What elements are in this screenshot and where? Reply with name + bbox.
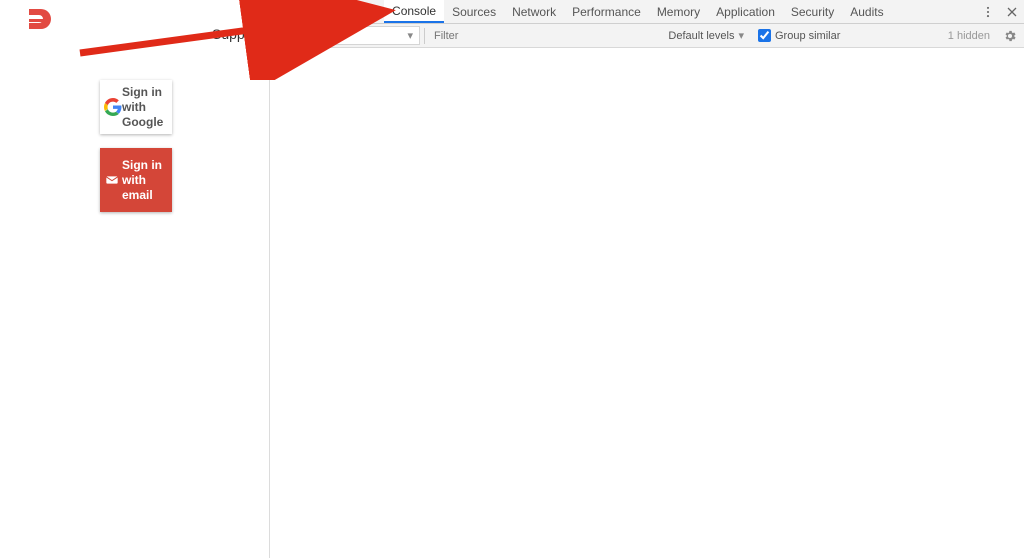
logo-p-icon (25, 5, 57, 37)
chevron-down-icon: ▾ (407, 29, 413, 42)
console-prompt[interactable]: > (278, 52, 1016, 68)
signin-email-label: Sign in with email (122, 158, 168, 203)
chevron-down-icon: ▾ (738, 29, 744, 42)
prompt-symbol: > (278, 54, 285, 67)
tab-sources[interactable]: Sources (444, 0, 504, 23)
sidebar-toggle-icon[interactable] (274, 26, 294, 46)
device-toggle-icon[interactable] (294, 0, 318, 24)
console-body[interactable]: > (270, 48, 1024, 558)
levels-label: Default levels (668, 30, 734, 42)
more-icon[interactable] (976, 0, 1000, 24)
support-label: Support (212, 26, 261, 42)
signin-google-label: Sign in with Google (122, 85, 168, 130)
signin-button-group: Sign in with Google Sign in with email (100, 80, 172, 212)
signin-email-button[interactable]: Sign in with email (100, 148, 172, 212)
tab-security[interactable]: Security (783, 0, 842, 23)
group-similar-toggle[interactable]: Group similar (754, 29, 844, 42)
console-toolbar: top ▾ Default levels ▾ Group similar 1 h… (270, 24, 1024, 48)
tab-audits[interactable]: Audits (842, 0, 891, 23)
google-logo-icon (104, 95, 122, 119)
settings-icon[interactable] (1000, 26, 1020, 46)
hidden-count[interactable]: 1 hidden (948, 30, 990, 42)
text-cursor (291, 54, 292, 66)
filter-wrap (429, 29, 559, 43)
context-label: top (329, 30, 344, 42)
inspect-icon[interactable] (270, 0, 294, 24)
log-levels-select[interactable]: Default levels ▾ (662, 29, 750, 42)
tab-performance[interactable]: Performance (564, 0, 649, 23)
execution-context-select[interactable]: top ▾ (322, 26, 420, 45)
email-icon (104, 168, 120, 192)
clear-console-icon[interactable] (298, 26, 318, 46)
tab-elements[interactable]: Elements (318, 0, 384, 23)
close-icon[interactable] (1000, 0, 1024, 24)
tab-network[interactable]: Network (504, 0, 564, 23)
devtools-tabs-bar: Elements Console Sources Network Perform… (270, 0, 1024, 24)
filter-input[interactable] (434, 30, 554, 42)
tab-console[interactable]: Console (384, 0, 444, 23)
signin-google-button[interactable]: Sign in with Google (100, 80, 172, 134)
group-similar-label: Group similar (775, 30, 840, 42)
website-pane: Support Sign in with Google (0, 0, 270, 558)
devtools-panel: Elements Console Sources Network Perform… (270, 0, 1024, 558)
tab-memory[interactable]: Memory (649, 0, 708, 23)
group-similar-checkbox[interactable] (758, 29, 771, 42)
divider (424, 28, 425, 44)
tab-application[interactable]: Application (708, 0, 783, 23)
